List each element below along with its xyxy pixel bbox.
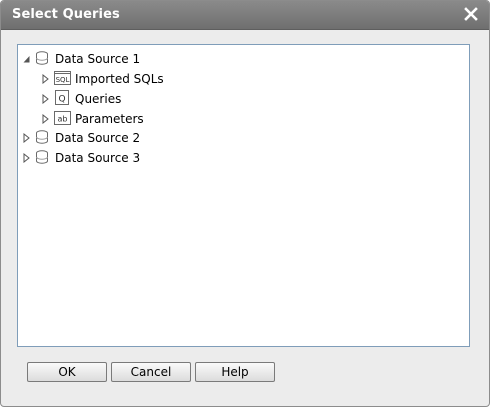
tree-node-data-source-3[interactable]: Data Source 3 [22,149,222,167]
tree-node-imported-sqls[interactable]: SQL Imported SQLs [42,70,242,88]
tree-node-label: Data Source 3 [55,151,141,165]
sql-icon: SQL [54,70,71,86]
tree-node-parameters[interactable]: ab Parameters [42,110,242,128]
dialog-titlebar[interactable]: Select Queries [1,1,489,30]
tree-node-label: Imported SQLs [75,72,164,86]
query-icon: Q [54,90,70,106]
svg-text:SQL: SQL [56,76,70,84]
svg-text:ab: ab [58,115,68,124]
tree-node-label: Data Source 1 [55,52,141,66]
tree-node-queries[interactable]: Q Queries [42,90,242,108]
tree-node-label: Queries [75,92,122,106]
tree-node-data-source-2[interactable]: Data Source 2 [22,129,222,147]
expand-triangle-icon[interactable] [23,132,31,144]
ok-button[interactable]: OK [27,362,107,382]
select-queries-dialog: Select Queries Data Source 1 SQL Importe… [0,0,490,407]
database-icon [34,50,50,66]
query-tree[interactable]: Data Source 1 SQL Imported SQLs Q Querie… [17,44,470,347]
svg-text:Q: Q [58,95,65,105]
expand-triangle-icon[interactable] [42,73,50,85]
cancel-button[interactable]: Cancel [111,362,191,382]
tree-node-label: Parameters [75,112,144,126]
expand-triangle-icon[interactable] [23,152,31,164]
parameter-icon: ab [54,110,71,126]
database-icon [34,149,50,165]
tree-node-label: Data Source 2 [55,131,141,145]
collapse-triangle-icon[interactable] [23,53,31,63]
expand-triangle-icon[interactable] [42,93,50,105]
help-button[interactable]: Help [195,362,275,382]
dialog-title: Select Queries [12,7,120,22]
database-icon [34,129,50,145]
expand-triangle-icon[interactable] [42,113,50,125]
close-icon[interactable] [463,5,479,23]
tree-node-data-source-1[interactable]: Data Source 1 [22,50,222,68]
